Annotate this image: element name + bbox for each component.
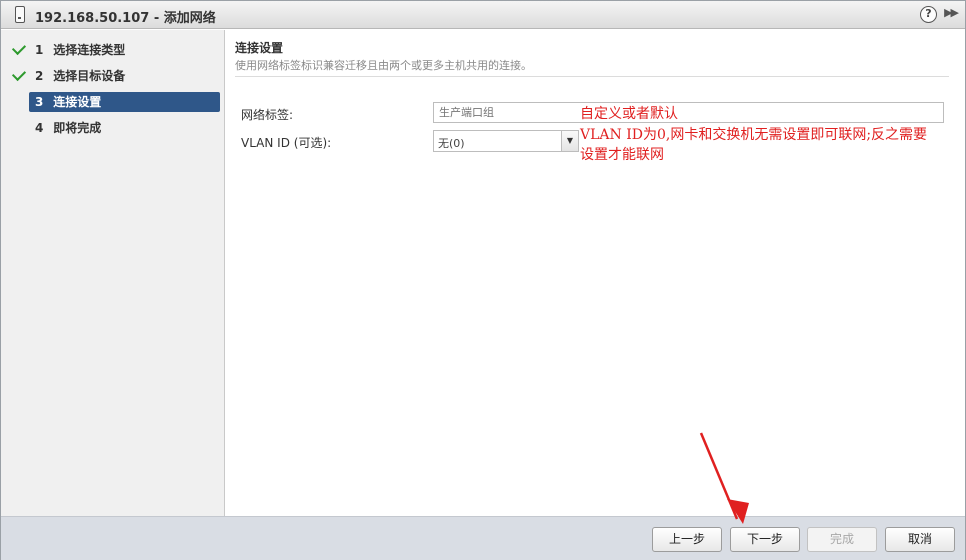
annotation-line-2: VLAN ID为0,网卡和交换机无需设置即可联网;反之需要 (580, 127, 928, 143)
network-label-caption: 网络标签: (241, 108, 294, 122)
host-icon (15, 6, 25, 23)
next-button[interactable]: 下一步 (730, 527, 800, 552)
expand-icon[interactable]: ▶▶ (944, 6, 959, 19)
step-label: 选择连接类型 (53, 43, 126, 57)
step-select-target-device[interactable]: 2 选择目标设备 (29, 66, 220, 86)
step-number: 4 (35, 121, 44, 135)
vlan-id-select[interactable]: 无(0) ▼ (433, 130, 579, 152)
step-number: 1 (35, 43, 44, 57)
add-network-dialog: 192.168.50.107 - 添加网络 ? ▶▶ 1 选择连接类型 2 选择… (0, 0, 966, 560)
step-number: 2 (35, 69, 44, 83)
vlan-id-caption: VLAN ID (可选): (241, 136, 332, 150)
title-bar: 192.168.50.107 - 添加网络 ? ▶▶ (1, 1, 965, 29)
network-label-input[interactable] (433, 102, 944, 123)
divider (235, 76, 949, 77)
window-title: 192.168.50.107 - 添加网络 (35, 11, 216, 26)
step-connection-settings[interactable]: 3 连接设置 (29, 92, 220, 112)
section-description: 使用网络标签标识兼容迁移且由两个或更多主机共用的连接。 (235, 59, 532, 72)
dropdown-arrow-icon[interactable]: ▼ (561, 131, 578, 151)
dialog-footer: 上一步 下一步 完成 取消 (1, 516, 965, 560)
step-label: 连接设置 (53, 95, 102, 109)
step-ready-to-complete[interactable]: 4 即将完成 (29, 118, 220, 138)
annotation-line-3: 设置才能联网 (580, 147, 664, 163)
check-icon (11, 66, 27, 82)
vlan-id-value: 无(0) (438, 137, 465, 150)
annotation-line-1: 自定义或者默认 (580, 106, 678, 122)
step-label: 选择目标设备 (53, 69, 126, 83)
check-icon (11, 40, 27, 56)
back-button[interactable]: 上一步 (652, 527, 722, 552)
finish-button[interactable]: 完成 (807, 527, 877, 552)
wizard-steps-sidebar: 1 选择连接类型 2 选择目标设备 3 连接设置 4 即将完成 (1, 30, 225, 516)
step-select-connection-type[interactable]: 1 选择连接类型 (29, 40, 220, 60)
step-label: 即将完成 (53, 121, 102, 135)
step-number: 3 (35, 95, 44, 109)
section-title: 连接设置 (235, 41, 284, 55)
help-icon[interactable]: ? (920, 6, 937, 23)
cancel-button[interactable]: 取消 (885, 527, 955, 552)
